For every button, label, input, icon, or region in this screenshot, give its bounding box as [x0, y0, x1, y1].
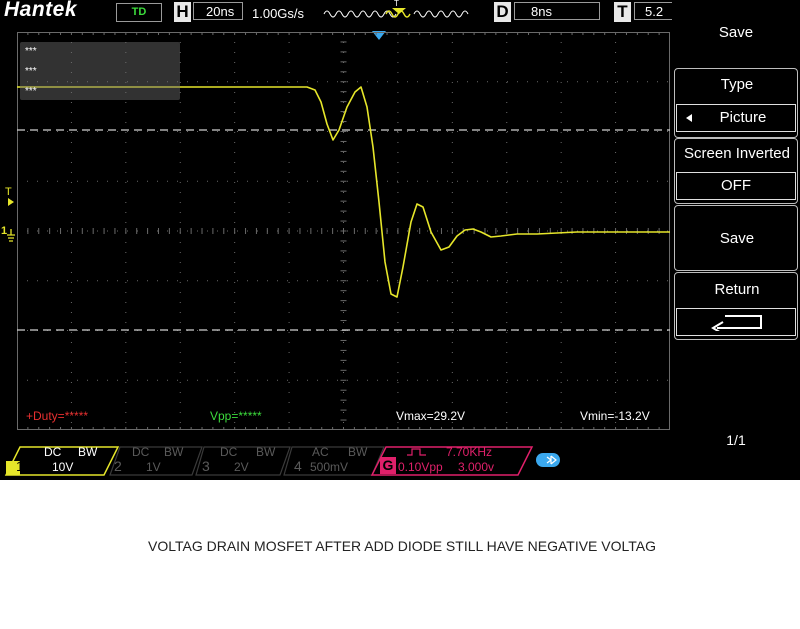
channel-1-status[interactable]: 1 DC BW 10V	[10, 445, 118, 475]
vmin-measurement: Vmin=-13.2V	[580, 409, 650, 423]
overlay-panel: *** *** ***	[20, 42, 180, 100]
channel-coupling: DC	[220, 445, 238, 459]
channel-scale: 10V	[52, 460, 74, 474]
screen-inverted-label: Screen Inverted	[684, 145, 790, 162]
generator-status[interactable]: G 7.70KHz 0.10Vpp 3.000v	[376, 445, 532, 475]
screen-inverted-option[interactable]: Screen Inverted OFF	[674, 138, 798, 204]
screen-inverted-value: OFF	[721, 177, 751, 194]
oscilloscope-screen: Hantek TD H 20ns 1.00Gs/s T D 8ns T 5.2 …	[0, 0, 800, 480]
channel-bw: BW	[164, 445, 184, 459]
generator-offset: 3.000v	[458, 460, 495, 474]
channel-coupling: DC	[44, 445, 62, 459]
timebase-value[interactable]: 20ns	[193, 2, 243, 20]
side-menu: Save Type Picture Screen Inverted OFF Sa…	[672, 0, 800, 480]
trigger-level-marker[interactable]: T	[5, 186, 12, 198]
channel-number: 1	[16, 458, 24, 474]
channel-coupling: DC	[132, 445, 150, 459]
channel-2-status[interactable]: 2 DC BW 1V	[110, 445, 200, 475]
channel-scale: 2V	[234, 460, 249, 474]
delay-label: D	[494, 2, 511, 22]
channel-number: 3	[202, 458, 210, 474]
vpp-measurement: Vpp=*****	[210, 409, 262, 423]
generator-label: G	[380, 457, 396, 474]
duty-measurement: +Duty=*****	[26, 409, 89, 423]
delay-value[interactable]: 8ns	[514, 2, 600, 20]
type-value-field[interactable]: Picture	[676, 104, 796, 132]
overlay-line: ***	[25, 46, 37, 57]
save-label: Save	[719, 230, 755, 247]
channel-bw: BW	[348, 445, 368, 459]
vmax-measurement: Vmax=29.2V	[396, 409, 466, 423]
chevron-left-icon	[686, 114, 692, 122]
type-option[interactable]: Type Picture	[674, 68, 798, 138]
channel-number: 4	[294, 458, 302, 474]
generator-amplitude: 0.10Vpp	[398, 460, 443, 474]
horizontal-label: H	[174, 2, 191, 22]
channel-bw: BW	[78, 445, 98, 459]
return-arrow-field[interactable]	[676, 308, 796, 336]
return-label: Return	[714, 281, 760, 298]
type-label: Type	[720, 76, 754, 93]
return-button[interactable]: Return	[674, 272, 798, 340]
trigger-position-marker: T	[394, 0, 399, 8]
save-button[interactable]: Save	[674, 205, 798, 271]
channel-number: 2	[114, 458, 122, 474]
trigger-label: T	[614, 2, 631, 22]
ground-icon	[7, 229, 15, 242]
return-arrow-icon	[711, 315, 762, 331]
page-indicator: 1/1	[726, 432, 746, 448]
trigger-level-value[interactable]: 5.2	[634, 2, 674, 20]
trigger-level-arrow	[8, 198, 14, 206]
caption-text: VOLTAG DRAIN MOSFET AFTER ADD DIODE STIL…	[148, 538, 656, 554]
square-wave-icon	[407, 448, 426, 456]
type-value: Picture	[719, 109, 767, 126]
channel-scale: 1V	[146, 460, 161, 474]
channel-scale: 500mV	[310, 460, 349, 474]
top-status-bar: Hantek TD H 20ns 1.00Gs/s T D 8ns T 5.2	[0, 0, 674, 26]
brand-logo: Hantek	[4, 0, 78, 21]
mode-badge[interactable]: TD	[116, 3, 162, 22]
channel-bw: BW	[256, 445, 276, 459]
menu-title: Save	[718, 24, 754, 41]
screen-inverted-value-field[interactable]: OFF	[676, 172, 796, 200]
sample-rate: 1.00Gs/s	[252, 6, 305, 21]
overlay-line: ***	[25, 66, 37, 77]
bluetooth-icon	[536, 453, 560, 467]
channel-status-bar: 1 DC BW 10V 2 DC BW 1V 3 DC BW 2V 4 AC B…	[0, 437, 672, 480]
channel-3-status[interactable]: 3 DC BW 2V	[198, 445, 288, 475]
generator-frequency: 7.70KHz	[446, 445, 493, 459]
overlay-line: ***	[25, 86, 37, 97]
channel-4-status[interactable]: 4 AC BW 500mV	[290, 445, 382, 475]
channel-coupling: AC	[312, 445, 329, 459]
